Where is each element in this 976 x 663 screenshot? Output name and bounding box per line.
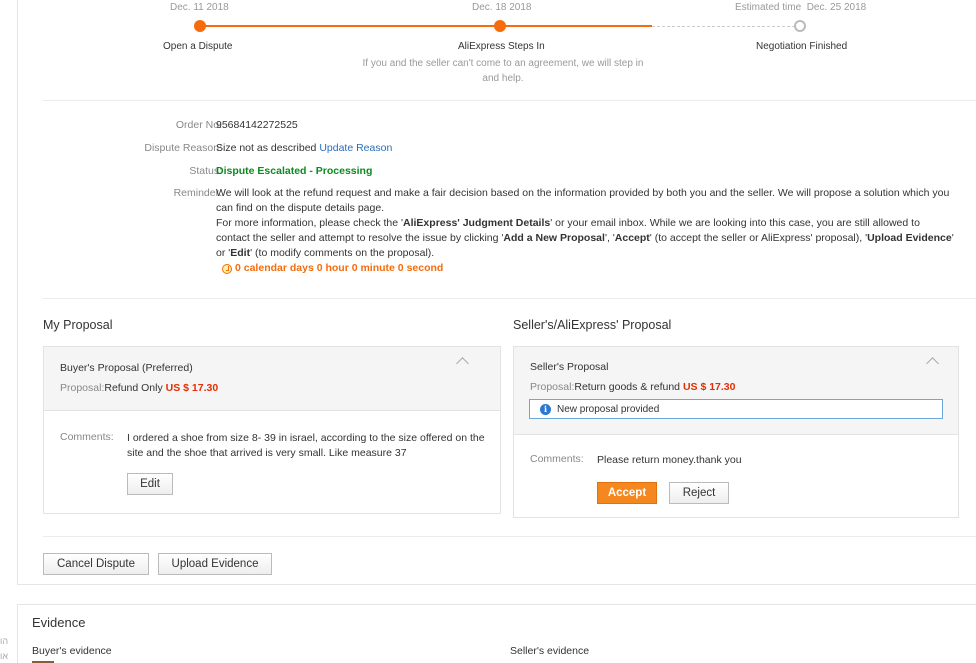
seller-proposal-box: Seller's Proposal Proposal:Return goods … <box>513 346 959 518</box>
status-value: Dispute Escalated - Processing <box>216 165 373 177</box>
divider <box>43 298 976 299</box>
collapse-chevron-icon[interactable] <box>926 357 939 370</box>
step-2-label: AliExpress Steps In <box>458 41 545 52</box>
step-2-dot <box>494 20 506 32</box>
step-3-date: Estimated time Dec. 25 2018 <box>735 2 867 13</box>
step-1-dot <box>194 20 206 32</box>
my-comments-text: I ordered a shoe from size 8- 39 in isra… <box>127 432 485 459</box>
seller-evidence-label: Seller's evidence <box>510 645 590 657</box>
clock-icon <box>222 263 232 274</box>
divider <box>43 100 976 101</box>
update-reason-link[interactable]: Update Reason <box>319 142 392 154</box>
info-icon: i <box>540 403 551 415</box>
step-1-label: Open a Dispute <box>163 41 233 52</box>
step-3-dot <box>794 20 806 32</box>
reminder-paragraph-2: For more information, please check the '… <box>216 217 954 259</box>
seller-proposal-summary: Proposal:Return goods & refund US $ 17.3… <box>530 381 736 393</box>
seller-proposal-title: Seller's Proposal <box>530 361 609 373</box>
my-proposal-title: Buyer's Proposal (Preferred) <box>60 362 193 374</box>
reject-button[interactable]: Reject <box>669 482 729 504</box>
step-1-date: Dec. 11 2018 <box>170 2 229 13</box>
seller-comments-text: Please return money.thank you <box>597 454 742 466</box>
collapse-chevron-icon[interactable] <box>456 357 469 370</box>
accept-button[interactable]: Accept <box>597 482 657 504</box>
evidence-section: Evidence Buyer's evidence Seller's evide… <box>17 604 976 663</box>
upload-evidence-button[interactable]: Upload Evidence <box>158 553 272 575</box>
edit-button[interactable]: Edit <box>127 473 173 495</box>
reminder-text: We will look at the refund request and m… <box>216 186 956 279</box>
my-proposal-box: Buyer's Proposal (Preferred) Proposal:Re… <box>43 346 501 514</box>
my-proposal-heading: My Proposal <box>43 318 113 332</box>
dispute-card: Dec. 11 2018 Dec. 18 2018 Estimated time… <box>17 0 976 585</box>
dispute-progress: Dec. 11 2018 Dec. 18 2018 Estimated time… <box>18 0 976 100</box>
progress-line-done-2 <box>498 25 652 27</box>
reminder-label: Reminder: <box>173 187 222 199</box>
my-proposal-summary: Proposal:Refund Only US $ 17.30 <box>60 382 219 394</box>
edge-text-2: או <box>0 651 8 661</box>
dispute-reason-label: Dispute Reason: <box>144 142 222 154</box>
edge-text-1: הו <box>0 636 9 646</box>
seller-proposal-heading: Seller's/AliExpress' Proposal <box>513 318 672 332</box>
new-proposal-notice: i New proposal provided <box>529 399 943 419</box>
progress-line-pending <box>652 26 800 27</box>
seller-comments-label: Comments: <box>530 453 584 465</box>
divider <box>43 536 976 537</box>
evidence-title: Evidence <box>32 615 86 630</box>
progress-line-done-1 <box>200 25 498 27</box>
cancel-dispute-button[interactable]: Cancel Dispute <box>43 553 149 575</box>
my-comments-label: Comments: <box>60 431 114 443</box>
step-3-label: Negotiation Finished <box>756 41 848 52</box>
dispute-reason-value: Size not as described Update Reason <box>216 142 393 154</box>
buyer-evidence-label: Buyer's evidence <box>32 645 112 657</box>
step-2-description: If you and the seller can't come to an a… <box>362 58 644 84</box>
order-number-value: 95684142272525 <box>216 119 298 131</box>
step-2-date: Dec. 18 2018 <box>472 2 532 13</box>
reminder-paragraph-1: We will look at the refund request and m… <box>216 187 950 214</box>
countdown-timer: 0 calendar days 0 hour 0 minute 0 second <box>216 261 443 276</box>
my-proposal-header[interactable]: Buyer's Proposal (Preferred) Proposal:Re… <box>44 347 500 411</box>
seller-proposal-header[interactable]: Seller's Proposal Proposal:Return goods … <box>514 347 958 435</box>
